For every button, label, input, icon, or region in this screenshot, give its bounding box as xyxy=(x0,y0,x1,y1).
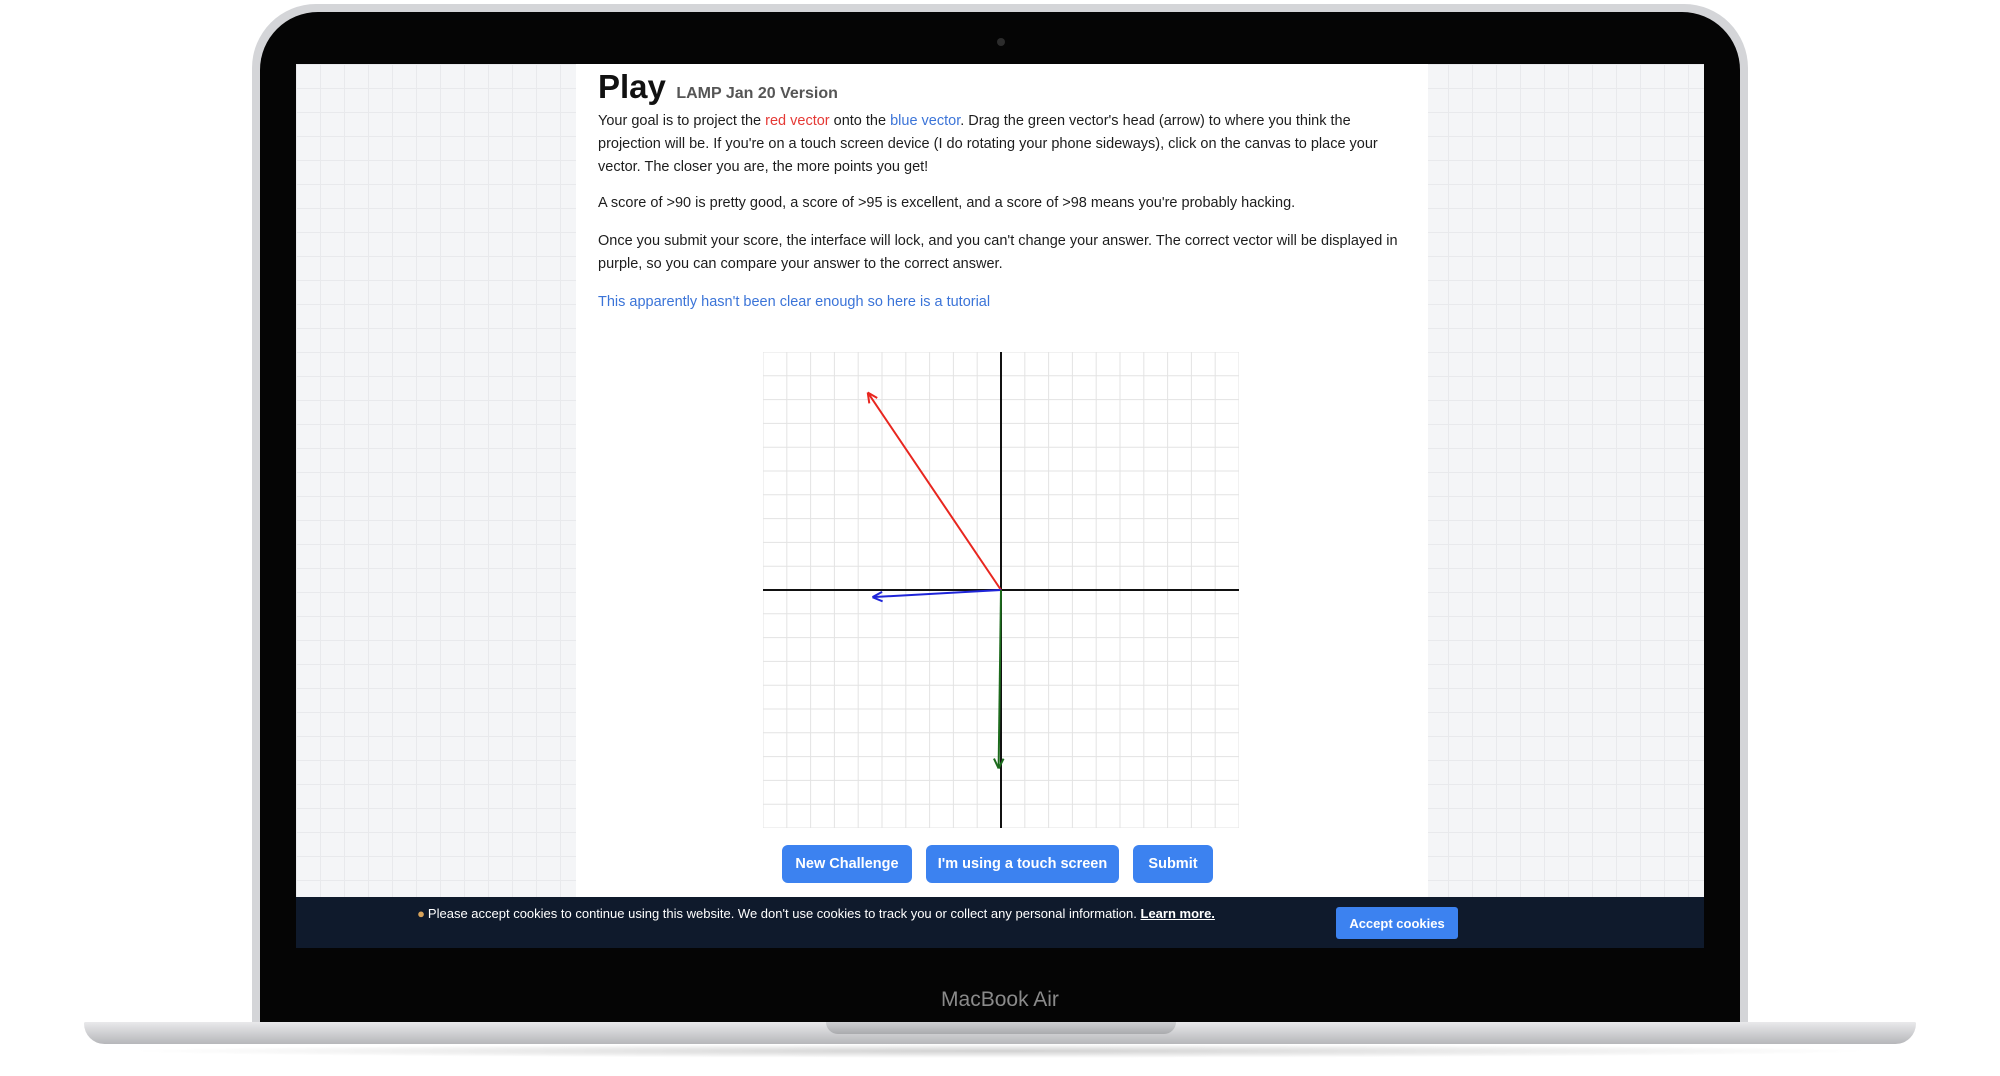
laptop-shadow xyxy=(120,1044,1880,1058)
learn-more-link[interactable]: Learn more. xyxy=(1141,906,1215,921)
submit-button[interactable]: Submit xyxy=(1133,845,1213,883)
accept-cookies-button[interactable]: Accept cookies xyxy=(1336,907,1458,939)
tutorial-link[interactable]: This apparently hasn't been clear enough… xyxy=(598,291,1398,314)
blue-vector-label: blue vector xyxy=(890,113,961,129)
score-info: A score of >90 is pretty good, a score o… xyxy=(598,195,1296,211)
laptop-notch xyxy=(826,1022,1176,1034)
red-vector-label: red vector xyxy=(765,113,830,129)
cookie-icon: ● xyxy=(417,906,425,921)
laptop-mockup: Play LAMP Jan 20 Version Your goal is to… xyxy=(0,0,2000,1076)
cookie-message: ● Please accept cookies to continue using… xyxy=(406,904,1226,923)
lock-info: Once you submit your score, the interfac… xyxy=(598,233,1398,272)
title-row: Play LAMP Jan 20 Version xyxy=(598,68,838,106)
touch-screen-button[interactable]: I'm using a touch screen xyxy=(926,845,1119,883)
new-challenge-button[interactable]: New Challenge xyxy=(782,845,912,883)
main-content: Play LAMP Jan 20 Version Your goal is to… xyxy=(576,64,1428,948)
cookie-message-text: Please accept cookies to continue using … xyxy=(427,906,1141,921)
vector-canvas[interactable] xyxy=(763,352,1239,828)
device-label: MacBook Air xyxy=(941,988,1059,1011)
intro-text-2: onto the xyxy=(829,113,891,129)
intro-paragraph: Your goal is to project the red vector o… xyxy=(598,110,1398,179)
page-subtitle: LAMP Jan 20 Version xyxy=(676,85,838,102)
camera-icon xyxy=(997,38,1005,46)
cookie-banner: ● Please accept cookies to continue using… xyxy=(296,897,1704,948)
screen: Play LAMP Jan 20 Version Your goal is to… xyxy=(296,64,1704,948)
page-title: Play xyxy=(598,68,666,105)
intro-text-1: Your goal is to project the xyxy=(598,113,766,129)
